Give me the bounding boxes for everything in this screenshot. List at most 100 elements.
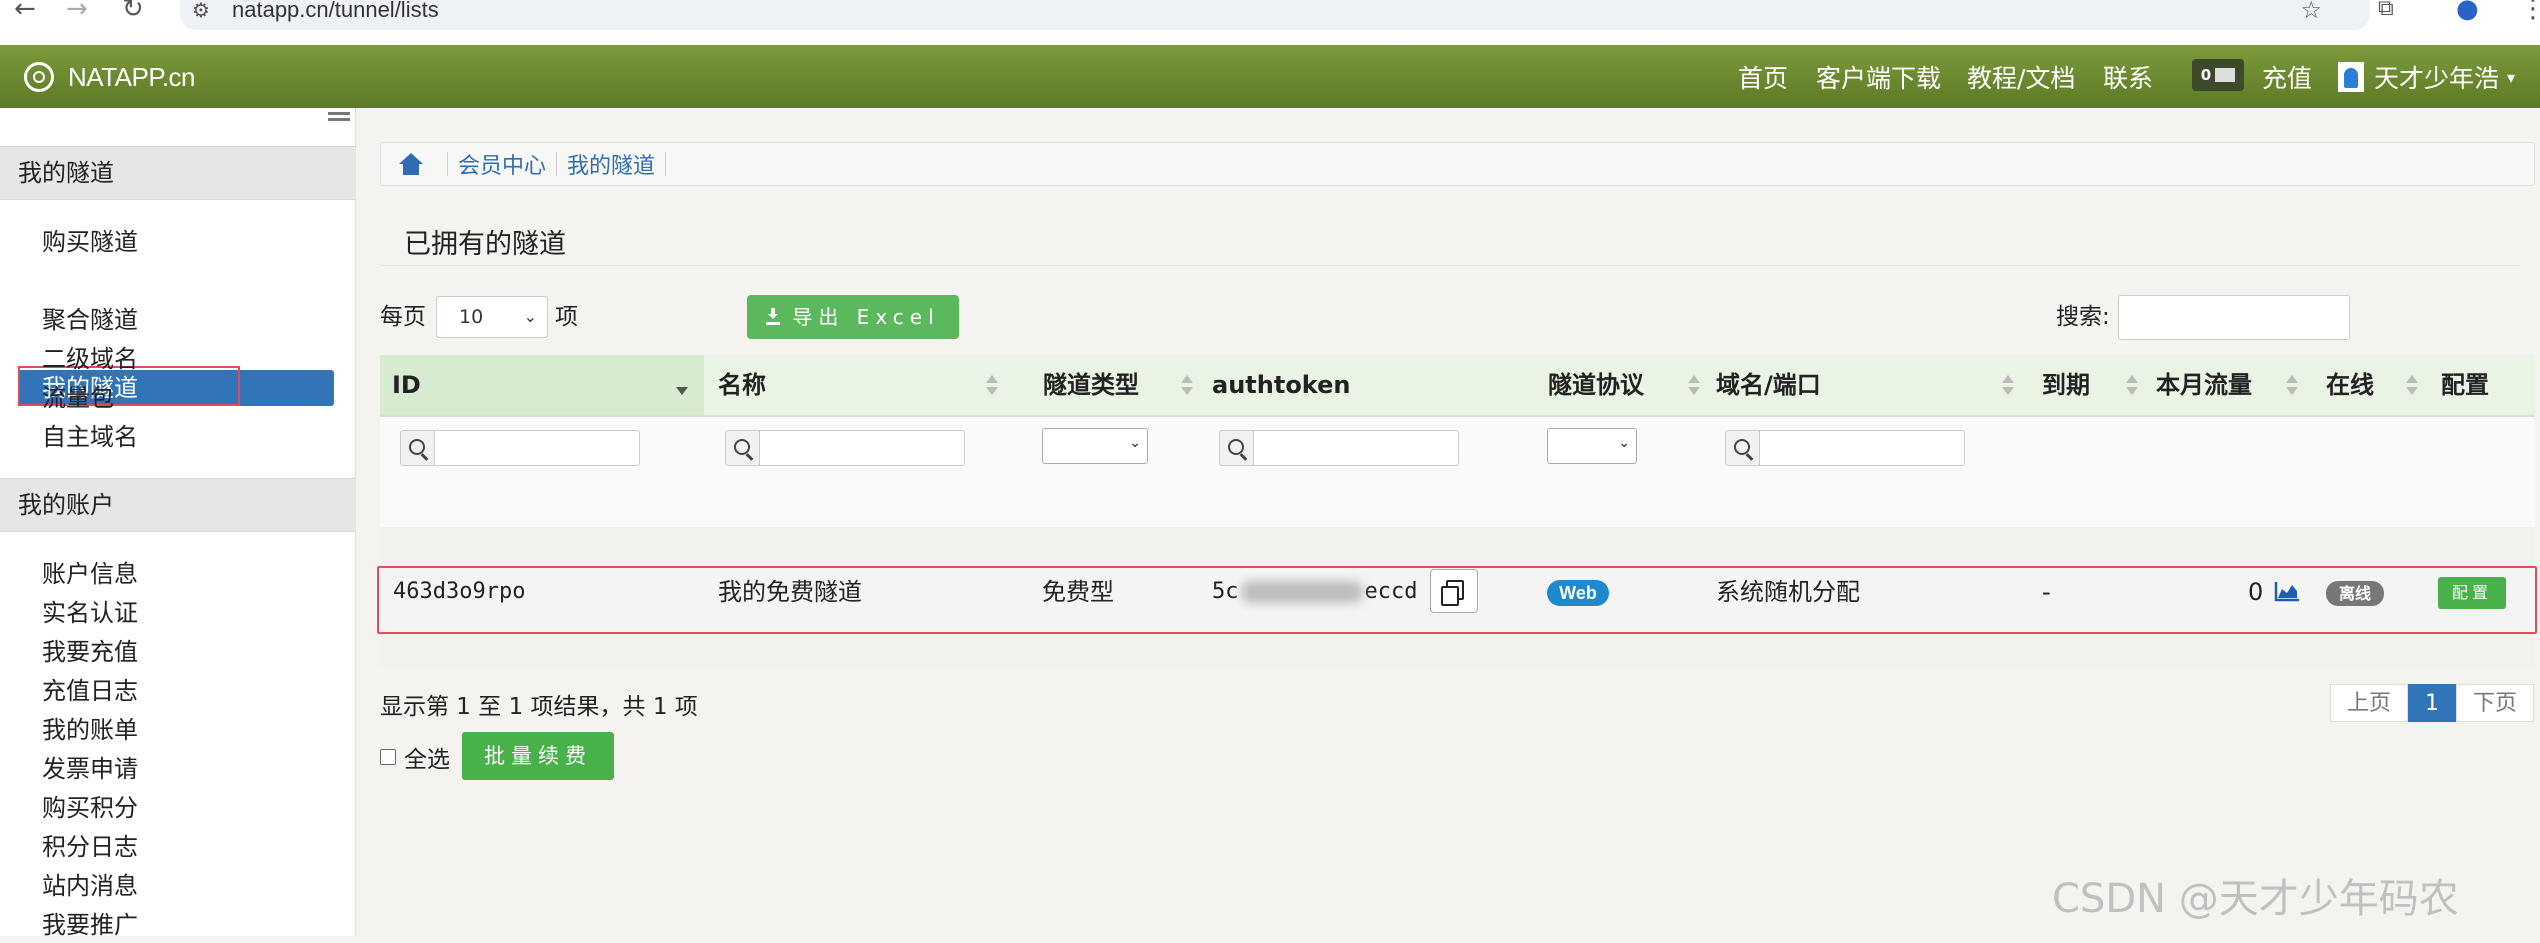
nav-contact[interactable]: 联系 (2103, 45, 2153, 108)
profile-icon[interactable]: ● (2456, 0, 2479, 22)
search-icon (1219, 430, 1253, 466)
column-header-type[interactable]: 隧道类型 (1043, 355, 1213, 415)
cell-traffic: 0 (2248, 578, 2264, 606)
browser-toolbar: ← → ↻ ⚙ natapp.cn/tunnel/lists ☆ ⧉ ● ⋮ (0, 0, 2540, 45)
sidebar-toggle-icon[interactable] (328, 112, 350, 128)
page-button-1[interactable]: 1 (2408, 684, 2457, 722)
column-header-protocol[interactable]: 隧道协议 (1548, 355, 1718, 415)
cell-domain: 系统随机分配 (1716, 578, 1860, 606)
sort-icon (2286, 375, 2298, 397)
user-icon (2338, 62, 2364, 92)
filter-name-input[interactable] (759, 430, 965, 466)
area-chart-icon[interactable] (2274, 580, 2300, 602)
copy-icon[interactable] (1430, 569, 1478, 613)
column-header-authtoken[interactable]: authtoken (1212, 355, 1542, 415)
sidebar-item-messages[interactable]: 站内消息 (42, 868, 138, 904)
column-header-config: 配置 (2441, 371, 2489, 399)
chevron-down-icon: ⌄ (523, 307, 537, 326)
forward-icon[interactable]: → (66, 0, 88, 22)
table-header: ID 名称 隧道类型 authtoken 隧道协议 域名/端口 到期 本月流量 … (380, 355, 2535, 417)
column-header-id[interactable]: ID (380, 355, 704, 415)
filter-domain-input[interactable] (1759, 430, 1965, 466)
sidebar-item-account-info[interactable]: 账户信息 (42, 556, 138, 592)
config-button[interactable]: 配置 (2438, 577, 2506, 609)
sidebar: 我的隧道 购买隧道 我的隧道 聚合隧道 二级域名 流量包 自主域名 我的账户 账… (0, 108, 356, 939)
divider (380, 265, 2520, 266)
address-bar[interactable]: ⚙ natapp.cn/tunnel/lists ☆ (180, 0, 2370, 30)
breadcrumb: 会员中心 我的隧道 (380, 142, 2535, 186)
search-icon (725, 430, 759, 466)
sidebar-item-recharge[interactable]: 我要充值 (42, 634, 138, 670)
filter-name[interactable] (725, 430, 965, 468)
chevron-down-icon: ⌄ (1129, 435, 1141, 451)
envelope-icon (2215, 68, 2236, 82)
nav-home[interactable]: 首页 (1738, 45, 1788, 108)
home-icon[interactable] (399, 153, 423, 175)
filter-authtoken[interactable] (1219, 430, 1459, 468)
sidebar-item-traffic-pack[interactable]: 流量包 (42, 380, 114, 416)
sidebar-item-bills[interactable]: 我的账单 (42, 712, 138, 748)
nav-docs[interactable]: 教程/文档 (1967, 45, 2075, 108)
sidebar-item-points-log[interactable]: 积分日志 (42, 829, 138, 865)
sort-icon (1181, 375, 1193, 397)
extensions-icon[interactable]: ⧉ (2378, 0, 2394, 22)
sidebar-item-aggregate[interactable]: 聚合隧道 (42, 302, 138, 338)
site-info-icon[interactable]: ⚙ (192, 0, 210, 20)
sidebar-section-tunnels[interactable]: 我的隧道 (0, 146, 356, 200)
protocol-badge: Web (1547, 580, 1609, 606)
column-header-online[interactable]: 在线 (2326, 355, 2436, 415)
sort-icon (2002, 375, 2014, 397)
filter-domain[interactable] (1725, 430, 1965, 468)
cell-name: 我的免费隧道 (718, 578, 862, 606)
menu-icon[interactable]: ⋮ (2520, 0, 2540, 22)
filter-id-input[interactable] (434, 430, 640, 466)
next-page-button[interactable]: 下页 (2456, 684, 2535, 722)
sidebar-item-referral[interactable]: 我要推广 (42, 907, 138, 943)
breadcrumb-member-center[interactable]: 会员中心 (458, 148, 546, 180)
per-page-select[interactable]: 10 ⌄ (436, 296, 548, 338)
sort-icon (986, 375, 998, 397)
recharge-link[interactable]: 充值 (2262, 45, 2312, 108)
search-icon (1725, 430, 1759, 466)
batch-renew-button[interactable]: 批量续费 (462, 732, 614, 780)
status-badge: 离线 (2326, 581, 2384, 606)
user-menu[interactable]: 天才少年浩 ▾ (2338, 59, 2515, 95)
filter-type-select[interactable]: ⌄ (1042, 428, 1148, 464)
prev-page-button[interactable]: 上页 (2330, 684, 2409, 722)
search-input[interactable] (2118, 295, 2350, 340)
column-header-expire[interactable]: 到期 (2042, 355, 2152, 415)
column-header-name[interactable]: 名称 (718, 355, 1038, 415)
column-header-domain[interactable]: 域名/端口 (1716, 355, 2056, 415)
filter-authtoken-input[interactable] (1253, 430, 1459, 466)
sidebar-item-subdomain[interactable]: 二级域名 (42, 341, 138, 377)
sidebar-item-invoice[interactable]: 发票申请 (42, 751, 138, 787)
sidebar-section-account[interactable]: 我的账户 (0, 478, 356, 532)
filter-protocol-select[interactable]: ⌄ (1547, 428, 1637, 464)
sort-icon (1688, 375, 1700, 397)
sidebar-item-buy-tunnel[interactable]: 购买隧道 (42, 224, 138, 260)
sidebar-item-recharge-log[interactable]: 充值日志 (42, 673, 138, 709)
page-title: 已拥有的隧道 (404, 229, 566, 260)
column-header-traffic[interactable]: 本月流量 (2156, 355, 2326, 415)
nav-client-download[interactable]: 客户端下载 (1816, 45, 1941, 108)
caret-down-icon: ▾ (2507, 67, 2516, 87)
sort-icon (2126, 375, 2138, 397)
logo[interactable]: NATAPP.cn (24, 55, 196, 99)
brand-name: NATAPP.cn (68, 61, 196, 92)
select-all-checkbox[interactable] (380, 749, 396, 765)
sidebar-item-verification[interactable]: 实名认证 (42, 595, 138, 631)
messages-button[interactable]: 0 (2192, 59, 2244, 91)
watermark: CSDN @天才少年码农 (2052, 876, 2459, 922)
redacted-token (1240, 581, 1363, 603)
message-count: 0 (2200, 66, 2212, 84)
filter-id[interactable] (400, 430, 640, 468)
per-page-value: 10 (459, 306, 484, 328)
back-icon[interactable]: ← (14, 0, 36, 22)
sidebar-item-buy-points[interactable]: 购买积分 (42, 790, 138, 826)
sidebar-item-custom-domain[interactable]: 自主域名 (42, 419, 138, 455)
export-excel-button[interactable]: 导出 Excel (747, 295, 959, 339)
select-all[interactable]: 全选 (380, 732, 450, 782)
breadcrumb-my-tunnels[interactable]: 我的隧道 (567, 148, 655, 180)
reload-icon[interactable]: ↻ (122, 0, 144, 22)
bookmark-star-icon[interactable]: ☆ (2300, 0, 2322, 22)
